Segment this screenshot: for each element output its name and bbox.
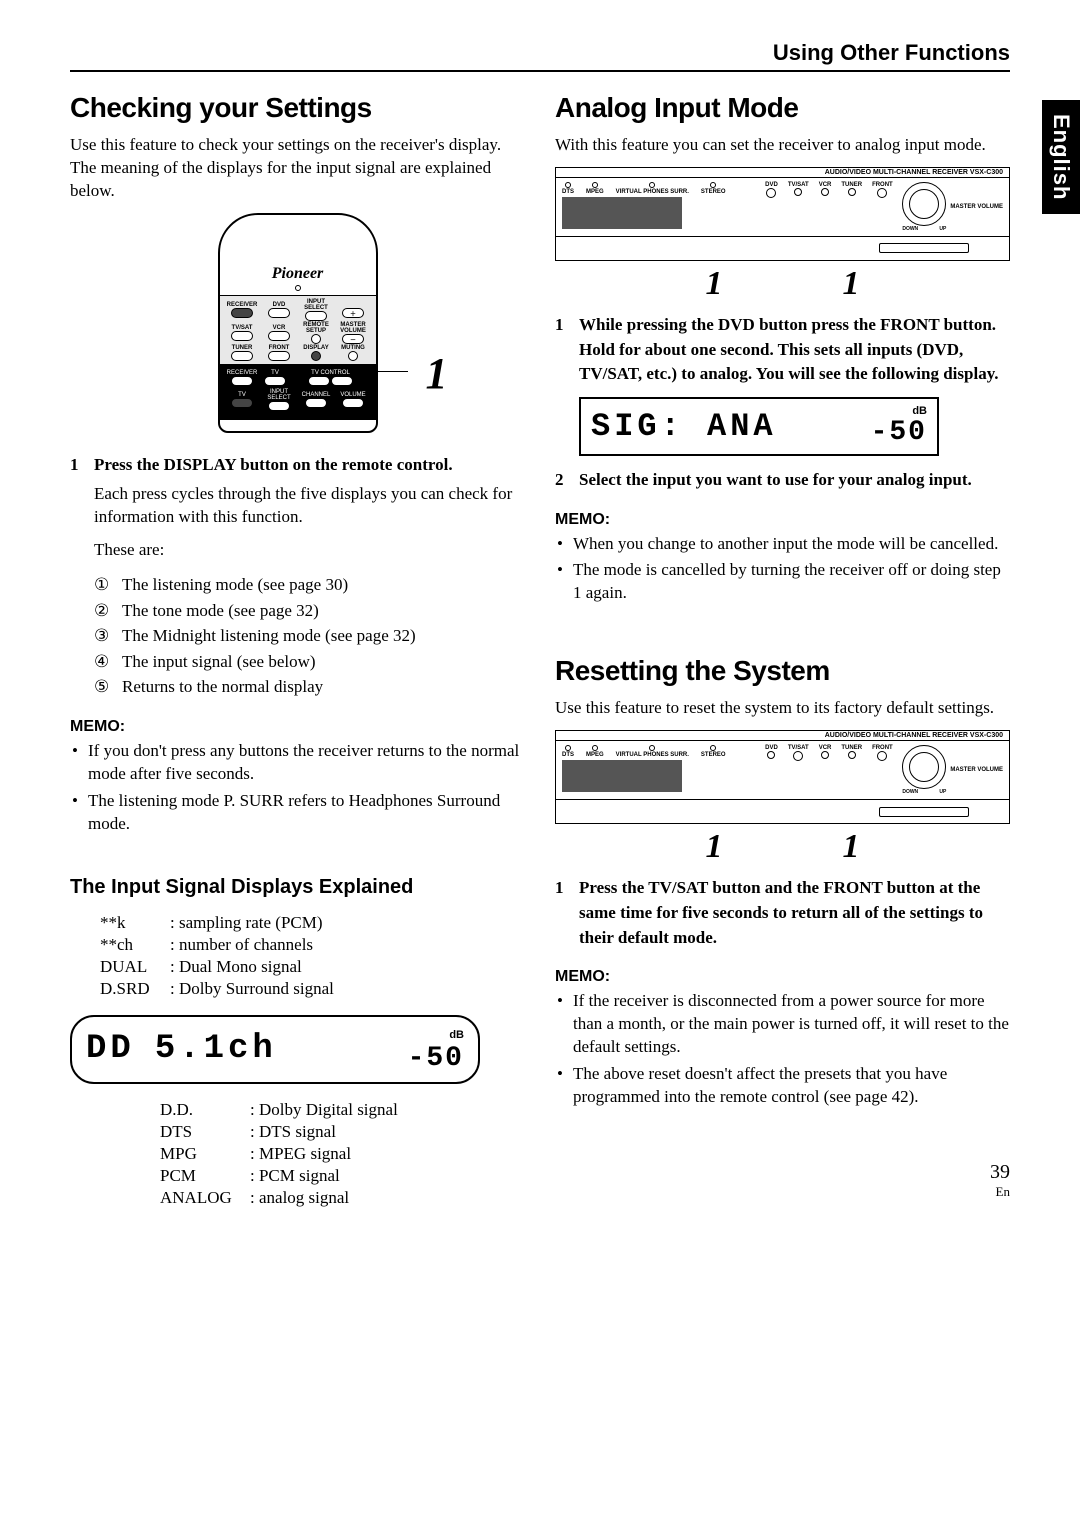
subheading-input-signal: The Input Signal Displays Explained xyxy=(70,876,525,899)
receiver-figure-analog: AUDIO/VIDEO MULTI-CHANNEL RECEIVER VSX-C… xyxy=(555,167,1010,261)
memo-list-analog: When you change to another input the mod… xyxy=(555,533,1010,606)
receiver-figure-reset: AUDIO/VIDEO MULTI-CHANNEL RECEIVER VSX-C… xyxy=(555,730,1010,824)
memo-label-checking: MEMO: xyxy=(70,718,525,736)
intro-checking: Use this feature to check your settings … xyxy=(70,134,525,203)
memo-list-checking: If you don't press any buttons the recei… xyxy=(70,740,525,836)
remote-label-tvsat: TV/SAT xyxy=(232,325,253,331)
display-box: DD 5.1ch dB -50 xyxy=(70,1015,480,1084)
intro-analog: With this feature you can set the receiv… xyxy=(555,134,1010,157)
memo-list-reset: If the receiver is disconnected from a p… xyxy=(555,990,1010,1109)
language-tab: English xyxy=(1042,100,1080,214)
remote-label-vcr: VCR xyxy=(273,325,286,331)
lower-legend: D.D.: Dolby Digital signal DTS: DTS sign… xyxy=(160,1100,525,1208)
step-1-lead: These are: xyxy=(94,539,525,562)
memo-label-reset: MEMO: xyxy=(555,968,1010,986)
memo-label-analog: MEMO: xyxy=(555,511,1010,529)
section-title-reset: Resetting the System xyxy=(555,655,1010,687)
remote-label-muting: MUTING xyxy=(341,345,365,351)
page-number: 39 En xyxy=(990,1161,1010,1200)
intro-reset: Use this feature to reset the system to … xyxy=(555,697,1010,720)
step-1-checking: 1 Press the DISPLAY button on the remote… xyxy=(70,453,525,478)
remote-label-master-volume: MASTER VOLUME xyxy=(340,322,366,334)
remote-brand: Pioneer xyxy=(220,265,376,283)
page-header: Using Other Functions xyxy=(70,40,1010,72)
step-1-analog: 1 While pressing the DVD button press th… xyxy=(555,313,1010,387)
remote-label-volume: VOLUME xyxy=(340,392,365,398)
step-2-analog: 2 Select the input you want to use for y… xyxy=(555,468,1010,493)
remote-label-input-select: INPUT SELECT xyxy=(304,299,328,311)
remote-callout-1: 1 xyxy=(426,348,448,399)
receiver-callouts-analog: 1 1 xyxy=(555,265,1010,303)
remote-label-tv-control: TV CONTROL xyxy=(311,370,350,376)
remote-label-input-select2: INPUT SELECT xyxy=(267,389,290,401)
remote-label-display: DISPLAY xyxy=(303,345,328,351)
sig-display: SIG: ANA dB -50 xyxy=(579,397,939,456)
section-title-checking: Checking your Settings xyxy=(70,92,525,124)
receiver-callouts-reset: 1 1 xyxy=(555,828,1010,866)
remote-label-remote-setup: REMOTE SETUP xyxy=(303,322,329,334)
remote-label-dvd: DVD xyxy=(273,302,286,308)
step-1-reset: 1 Press the TV/SAT button and the FRONT … xyxy=(555,876,1010,950)
remote-label-receiver: RECEIVER xyxy=(227,302,258,308)
section-title-analog: Analog Input Mode xyxy=(555,92,1010,124)
remote-label-receiver2: RECEIVER xyxy=(227,370,258,376)
display-cycle-list: ①The listening mode (see page 30) ②The t… xyxy=(94,572,525,700)
remote-figure: Pioneer RECEIVER DVD INPUT SELECT ＋ TV/S… xyxy=(198,213,398,433)
step-1-body: Each press cycles through the five displ… xyxy=(94,483,525,529)
remote-label-tuner: TUNER xyxy=(232,345,253,351)
remote-label-channel: CHANNEL xyxy=(302,392,331,398)
right-column: Analog Input Mode With this feature you … xyxy=(555,92,1010,1210)
upper-legend: **k: sampling rate (PCM) **ch: number of… xyxy=(100,913,525,999)
remote-label-front: FRONT xyxy=(269,345,290,351)
remote-label-tv: TV xyxy=(271,370,279,376)
remote-label-tv2: TV xyxy=(238,392,246,398)
left-column: Checking your Settings Use this feature … xyxy=(70,92,525,1210)
